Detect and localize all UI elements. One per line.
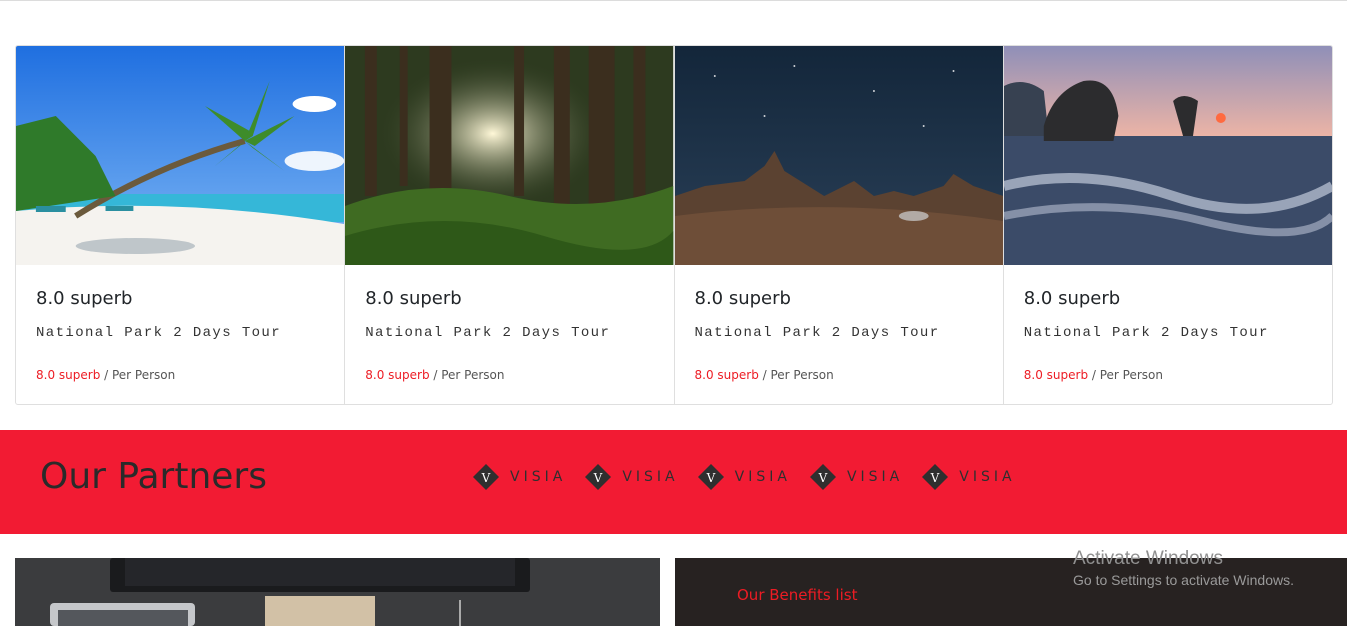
price-highlight: 8.0 superb bbox=[365, 368, 430, 382]
tropical-beach-image[interactable] bbox=[16, 46, 345, 265]
watermark-title: Activate Windows bbox=[1073, 548, 1223, 569]
desert-night-image[interactable] bbox=[674, 46, 1003, 265]
price-suffix: / Per Person bbox=[429, 368, 505, 382]
visia-diamond-icon: V bbox=[809, 464, 836, 490]
partner-name: VISIA bbox=[959, 469, 1016, 485]
partners-section: Our Partners V VISIA V VISIA V VISIA V V… bbox=[0, 430, 1347, 534]
partner-logo[interactable]: V VISIA bbox=[584, 463, 678, 491]
card-rating: 8.0 superb bbox=[365, 288, 462, 309]
partner-name: VISIA bbox=[734, 469, 791, 485]
card-title[interactable]: National Park 2 Days Tour bbox=[36, 325, 281, 341]
partner-logo[interactable]: V VISIA bbox=[472, 463, 566, 491]
tour-card[interactable]: 8.0 superb National Park 2 Days Tour 8.0… bbox=[16, 46, 346, 404]
price-suffix: / Per Person bbox=[1088, 368, 1163, 382]
svg-text:V: V bbox=[593, 471, 603, 485]
tour-cards: 8.0 superb National Park 2 Days Tour 8.0… bbox=[15, 45, 1333, 405]
svg-text:V: V bbox=[930, 471, 940, 485]
card-title[interactable]: National Park 2 Days Tour bbox=[695, 325, 940, 341]
visia-diamond-icon: V bbox=[922, 464, 949, 490]
visia-diamond-icon: V bbox=[473, 464, 499, 490]
price-highlight: 8.0 superb bbox=[36, 368, 101, 382]
card-rating: 8.0 superb bbox=[36, 288, 133, 309]
rocky-sea-sunset-image[interactable] bbox=[1003, 46, 1332, 265]
price-suffix: / Per Person bbox=[758, 368, 834, 382]
svg-text:V: V bbox=[705, 471, 715, 485]
card-price: 8.0 superb / Per Person bbox=[1024, 368, 1163, 382]
card-price: 8.0 superb / Per Person bbox=[365, 368, 504, 382]
partners-title: Our Partners bbox=[40, 456, 267, 497]
svg-text:V: V bbox=[818, 471, 828, 485]
partner-name: VISIA bbox=[622, 469, 679, 485]
price-highlight: 8.0 superb bbox=[694, 368, 759, 382]
card-rating: 8.0 superb bbox=[1023, 288, 1121, 309]
windows-activation-watermark: Activate Windows Go to Settings to activ… bbox=[1073, 548, 1294, 588]
partner-name: VISIA bbox=[510, 469, 567, 485]
partner-logo[interactable]: V VISIA bbox=[809, 463, 903, 491]
card-price: 8.0 superb / Per Person bbox=[695, 368, 834, 382]
tour-card[interactable]: 8.0 superb National Park 2 Days Tour 8.0… bbox=[674, 46, 1004, 404]
card-rating: 8.0 superb bbox=[694, 288, 791, 309]
price-suffix: / Per Person bbox=[100, 368, 176, 382]
tour-card[interactable]: 8.0 superb National Park 2 Days Tour 8.0… bbox=[345, 46, 675, 404]
svg-text:V: V bbox=[481, 471, 491, 485]
top-divider bbox=[0, 0, 1347, 1]
forest-sunlight-image[interactable] bbox=[345, 46, 674, 265]
benefits-heading: Our Benefits list bbox=[737, 586, 858, 604]
partner-logo[interactable]: V VISIA bbox=[921, 463, 1015, 491]
visia-diamond-icon: V bbox=[585, 464, 612, 490]
visia-diamond-icon: V bbox=[697, 464, 724, 490]
partner-logo[interactable]: V VISIA bbox=[697, 463, 791, 491]
card-title[interactable]: National Park 2 Days Tour bbox=[365, 325, 610, 341]
workspace-image bbox=[15, 558, 660, 626]
partner-logos: V VISIA V VISIA V VISIA V VISIA V VISIA bbox=[472, 463, 1016, 491]
watermark-subtitle: Go to Settings to activate Windows. bbox=[1073, 572, 1294, 588]
card-price: 8.0 superb / Per Person bbox=[36, 368, 175, 382]
tour-card[interactable]: 8.0 superb National Park 2 Days Tour 8.0… bbox=[1003, 46, 1332, 404]
price-highlight: 8.0 superb bbox=[1023, 368, 1089, 382]
partner-name: VISIA bbox=[846, 469, 904, 485]
card-title[interactable]: National Park 2 Days Tour bbox=[1024, 325, 1269, 341]
